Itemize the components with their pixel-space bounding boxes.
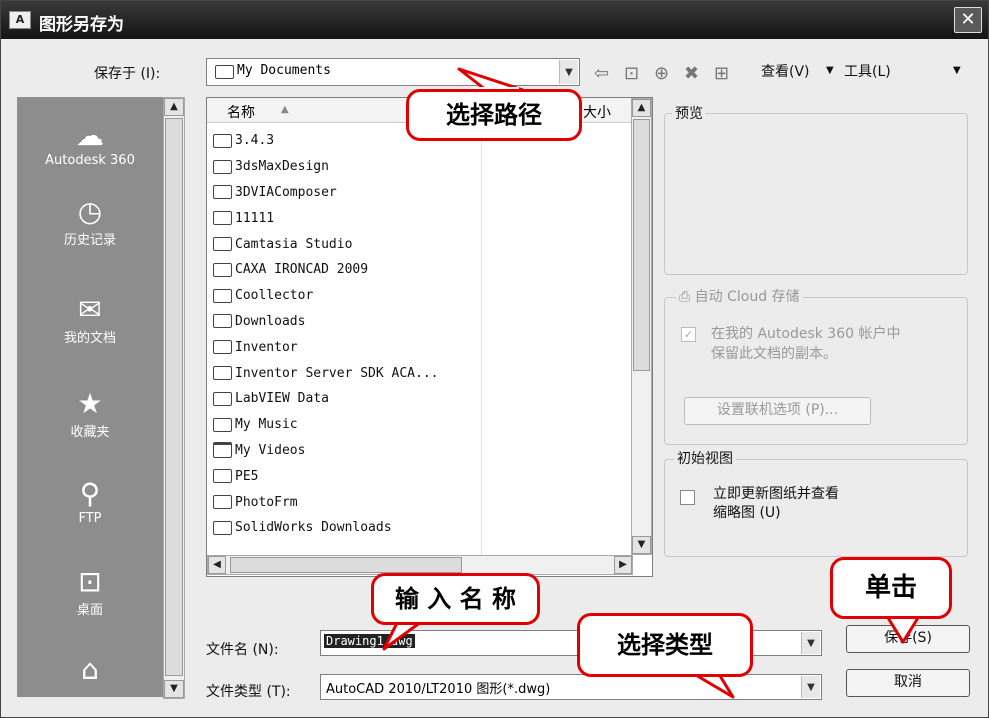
callout-select-path: 选择路径 xyxy=(406,89,582,141)
callout-tail-path xyxy=(457,67,525,92)
callout-click: 单击 xyxy=(830,557,952,619)
callout-enter-name: 输 入 名 称 xyxy=(371,573,540,625)
save-as-dialog: A 图形另存为 ✕ 保存于 (I): My Documents ▼ ⇦ ⊡ ⊕ … xyxy=(0,0,989,718)
callout-select-type: 选择类型 xyxy=(577,613,753,677)
